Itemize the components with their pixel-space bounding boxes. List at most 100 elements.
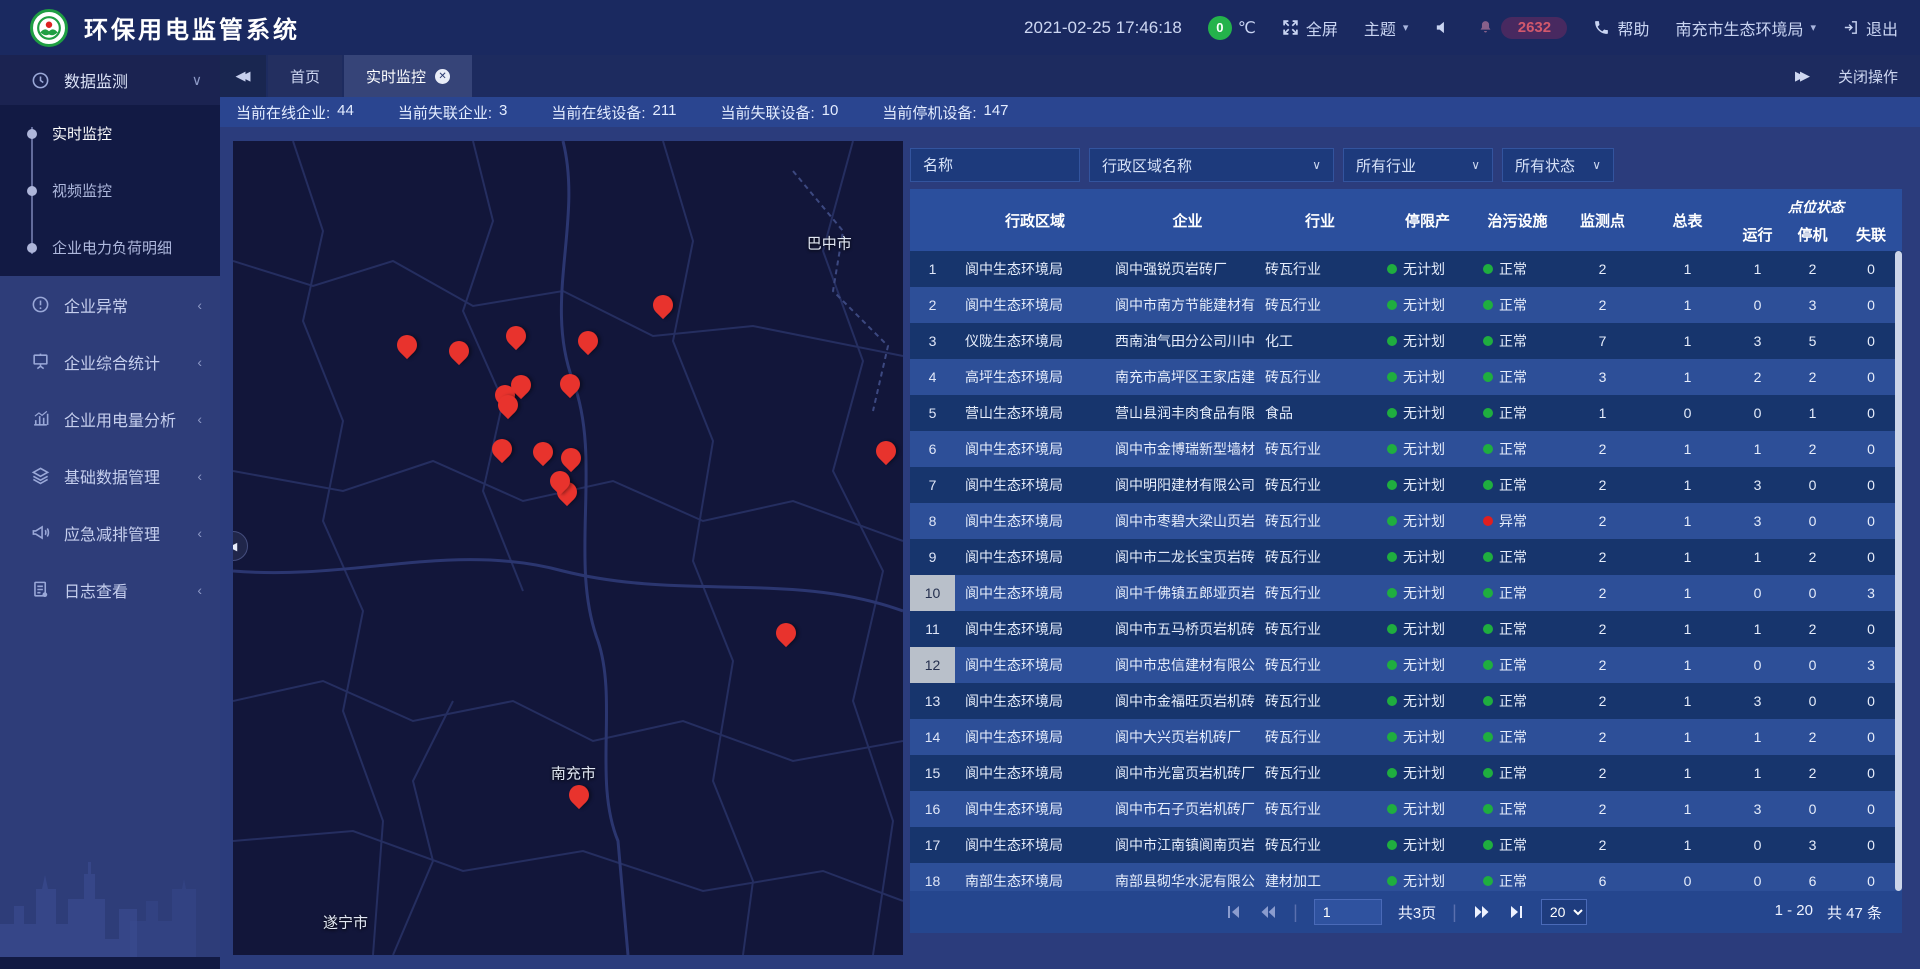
cell-limit-production: 无计划 xyxy=(1380,431,1475,467)
table-row[interactable]: 3仪陇生态环境局西南油气田分公司川中化工无计划正常71350 xyxy=(910,323,1902,359)
cell-company: 阆中明阳建材有限公司 xyxy=(1115,467,1260,503)
sidebar-item-data-monitoring[interactable]: 数据监测∨ xyxy=(0,55,220,105)
sound-toggle-button[interactable] xyxy=(1434,19,1451,36)
status-dot-green xyxy=(1483,804,1493,814)
theme-dropdown[interactable]: 主题 ▾ xyxy=(1364,16,1409,40)
first-page-button[interactable] xyxy=(1225,903,1243,921)
table-row[interactable]: 8阆中生态环境局阆中市枣碧大梁山页岩砖瓦行业无计划异常21300 xyxy=(910,503,1902,539)
help-button[interactable]: 帮助 xyxy=(1593,16,1649,40)
status-filter-select[interactable]: 所有状态 ∨ xyxy=(1502,148,1614,182)
cell-stopped: 0 xyxy=(1785,575,1840,611)
map-pin[interactable] xyxy=(556,369,584,397)
cell-company: 阆中市忠信建材有限公 xyxy=(1115,647,1260,683)
tab-home[interactable]: 首页 xyxy=(268,55,342,97)
chevron-left-icon: ‹ xyxy=(197,411,202,427)
cell-running: 3 xyxy=(1730,683,1785,719)
chevron-left-icon: ‹ xyxy=(197,525,202,541)
map-pin[interactable] xyxy=(557,444,585,472)
table-row[interactable]: 7阆中生态环境局阆中明阳建材有限公司砖瓦行业无计划正常21300 xyxy=(910,467,1902,503)
sidebar-item-enterprise-statistics[interactable]: 企业综合统计‹ xyxy=(0,333,220,390)
map-panel[interactable]: 巴中市南充市遂宁市 ◀ xyxy=(233,141,903,955)
table-row[interactable]: 15阆中生态环境局阆中市光富页岩机砖厂砖瓦行业无计划正常21120 xyxy=(910,755,1902,791)
map-pin[interactable] xyxy=(445,337,473,365)
table-row[interactable]: 2阆中生态环境局阆中市南方节能建材有砖瓦行业无计划正常21030 xyxy=(910,287,1902,323)
cell-limit-production: 无计划 xyxy=(1380,467,1475,503)
table-row[interactable]: 6阆中生态环境局阆中市金博瑞新型墙材砖瓦行业无计划正常21120 xyxy=(910,431,1902,467)
tabs-scroll-left-button[interactable]: ◀◀ xyxy=(220,55,266,97)
next-page-icon xyxy=(1474,904,1490,920)
sidebar-item-video-monitor[interactable]: 视频监控 xyxy=(0,162,220,219)
page-size-select[interactable]: 20 xyxy=(1541,899,1587,925)
stat-item: 当前停机设备:147 xyxy=(882,102,1008,123)
table-row[interactable]: 14阆中生态环境局阆中大兴页岩机砖厂砖瓦行业无计划正常21120 xyxy=(910,719,1902,755)
next-page-button[interactable] xyxy=(1473,903,1491,921)
table-row[interactable]: 11阆中生态环境局阆中市五马桥页岩机砖砖瓦行业无计划正常21120 xyxy=(910,611,1902,647)
table-row[interactable]: 10阆中生态环境局阆中千佛镇五郎垭页岩砖瓦行业无计划正常21003 xyxy=(910,575,1902,611)
cell-company: 阆中市五马桥页岩机砖 xyxy=(1115,611,1260,647)
industry-filter-select[interactable]: 所有行业 ∨ xyxy=(1343,148,1493,182)
notification-area[interactable]: 2632 xyxy=(1477,17,1567,39)
sidebar-item-base-data-manage[interactable]: 基础数据管理‹ xyxy=(0,447,220,504)
sidebar-item-emergency-reduction[interactable]: 应急减排管理‹ xyxy=(0,504,220,561)
name-filter-input[interactable] xyxy=(923,157,1067,174)
map-pin[interactable] xyxy=(772,619,800,647)
sidebar-item-enterprise-abnormal[interactable]: 企业异常‹ xyxy=(0,276,220,333)
row-number: 5 xyxy=(910,395,955,431)
status-dot-green xyxy=(1387,624,1397,634)
sidebar-item-log-view[interactable]: 日志查看‹ xyxy=(0,561,220,618)
tab-close-icon[interactable]: ✕ xyxy=(435,69,450,84)
cell-total-meters: 1 xyxy=(1645,323,1730,359)
cell-limit-production: 无计划 xyxy=(1380,251,1475,287)
sidebar-item-realtime-monitor[interactable]: 实时监控 xyxy=(0,105,220,162)
cell-monitor-points: 2 xyxy=(1560,287,1645,323)
table-row[interactable]: 1阆中生态环境局阆中强锐页岩砖厂砖瓦行业无计划正常21120 xyxy=(910,251,1902,287)
sidebar-item-power-load-detail[interactable]: 企业电力负荷明细 xyxy=(0,219,220,276)
org-dropdown[interactable]: 南充市生态环境局 ▾ xyxy=(1675,16,1816,40)
sidebar-submenu: 实时监控视频监控企业电力负荷明细 xyxy=(0,105,220,276)
table-row[interactable]: 18南部生态环境局南部县砌华水泥有限公建材加工无计划正常60060 xyxy=(910,863,1902,891)
header-stop: 停机 xyxy=(1785,217,1840,251)
row-number: 6 xyxy=(910,431,955,467)
map-pin[interactable] xyxy=(502,322,530,350)
map-pin[interactable] xyxy=(488,435,516,463)
last-page-button[interactable] xyxy=(1507,903,1525,921)
table-row[interactable]: 4高坪生态环境局南充市高坪区王家店建砖瓦行业无计划正常31220 xyxy=(910,359,1902,395)
map-pin[interactable] xyxy=(565,781,593,809)
table-row[interactable]: 17阆中生态环境局阆中市江南镇阆南页岩砖瓦行业无计划正常21030 xyxy=(910,827,1902,863)
name-filter-field[interactable] xyxy=(910,148,1080,182)
speaker-icon xyxy=(1434,19,1451,36)
status-dot-green xyxy=(1387,804,1397,814)
page-number-input[interactable] xyxy=(1314,899,1382,925)
cell-company: 阆中强锐页岩砖厂 xyxy=(1115,251,1260,287)
cell-pollution-facility: 正常 xyxy=(1475,323,1560,359)
fullscreen-button[interactable]: 全屏 xyxy=(1282,16,1338,40)
table-row[interactable]: 16阆中生态环境局阆中市石子页岩机砖厂砖瓦行业无计划正常21300 xyxy=(910,791,1902,827)
table-row[interactable]: 12阆中生态环境局阆中市忠信建材有限公砖瓦行业无计划正常21003 xyxy=(910,647,1902,683)
stat-item: 当前在线企业:44 xyxy=(236,102,354,123)
status-dot-green xyxy=(1387,516,1397,526)
tabs-scroll-right-button[interactable]: ▶▶ xyxy=(1795,68,1810,84)
cell-region: 阆中生态环境局 xyxy=(955,539,1115,575)
table-row[interactable]: 9阆中生态环境局阆中市二龙长宝页岩砖砖瓦行业无计划正常21120 xyxy=(910,539,1902,575)
prev-page-button[interactable] xyxy=(1259,903,1277,921)
cell-total-meters: 1 xyxy=(1645,467,1730,503)
cell-company: 阆中市枣碧大梁山页岩 xyxy=(1115,503,1260,539)
cell-stopped: 0 xyxy=(1785,683,1840,719)
map-pin[interactable] xyxy=(871,437,899,465)
map-pin[interactable] xyxy=(529,438,557,466)
table-row[interactable]: 13阆中生态环境局阆中市金福旺页岩机砖砖瓦行业无计划正常21300 xyxy=(910,683,1902,719)
logout-button[interactable]: 退出 xyxy=(1842,16,1898,40)
sidebar-item-power-usage-analysis[interactable]: 企业用电量分析‹ xyxy=(0,390,220,447)
sidebar-nav: 数据监测∨实时监控视频监控企业电力负荷明细企业异常‹企业综合统计‹企业用电量分析… xyxy=(0,55,220,618)
cell-industry: 砖瓦行业 xyxy=(1260,719,1380,755)
table-row[interactable]: 5营山生态环境局营山县润丰肉食品有限食品无计划正常10010 xyxy=(910,395,1902,431)
close-operations-button[interactable]: 关闭操作 xyxy=(1838,66,1898,87)
tab-realtime-monitor[interactable]: 实时监控 ✕ xyxy=(344,55,472,97)
status-dot-green xyxy=(1483,552,1493,562)
region-filter-select[interactable]: 行政区域名称 ∨ xyxy=(1089,148,1334,182)
chevron-down-icon: ∨ xyxy=(1592,158,1601,172)
map-pin[interactable] xyxy=(649,290,677,318)
table-scrollbar[interactable] xyxy=(1895,251,1902,891)
map-pin[interactable] xyxy=(574,327,602,355)
map-pin[interactable] xyxy=(393,330,421,358)
